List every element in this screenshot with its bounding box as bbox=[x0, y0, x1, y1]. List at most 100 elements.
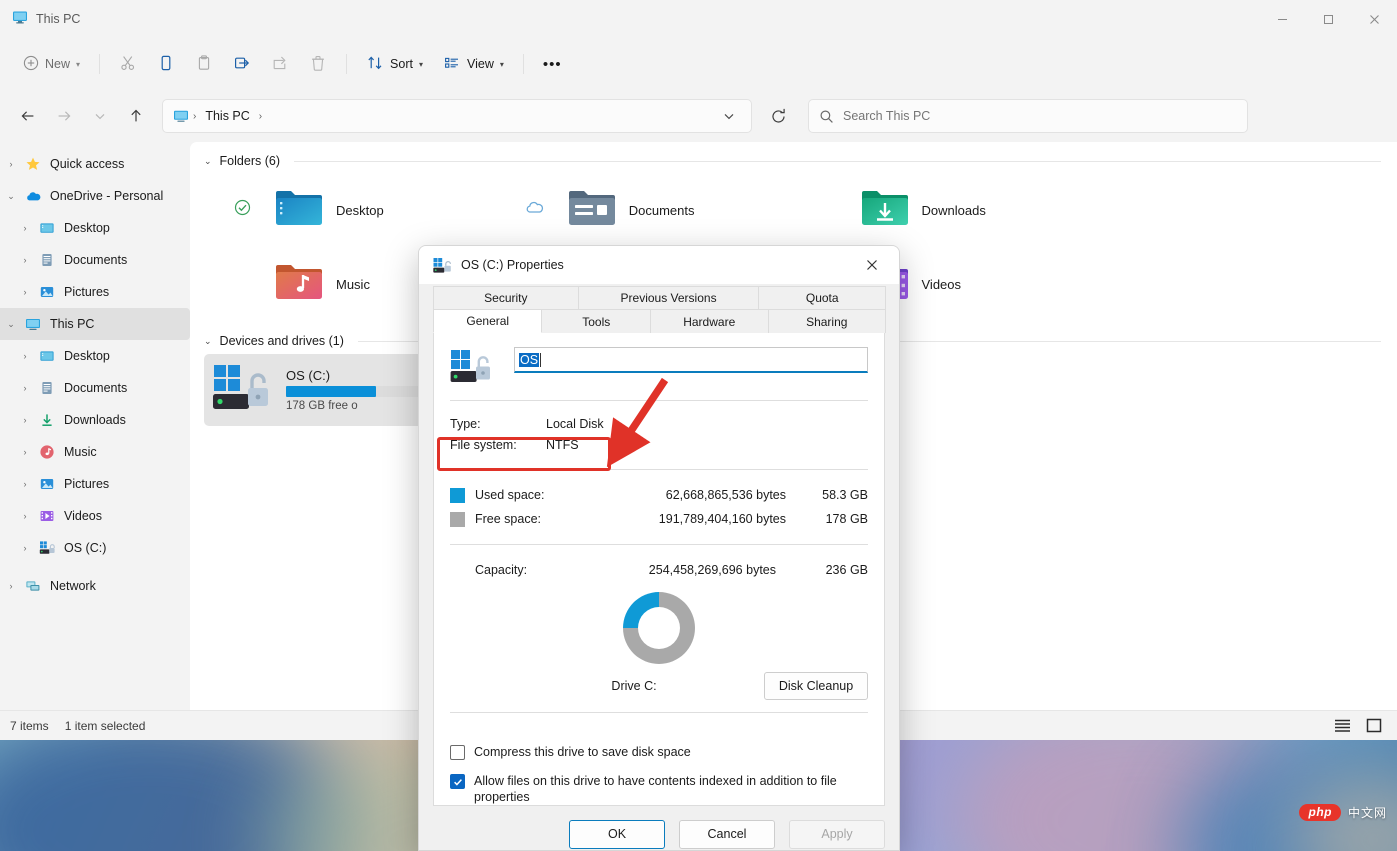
new-button-label: New bbox=[45, 57, 70, 71]
address-dropdown-button[interactable] bbox=[713, 100, 745, 132]
dialog-footer: OK Cancel Apply bbox=[419, 806, 899, 851]
chevron-right-icon[interactable]: › bbox=[14, 511, 36, 521]
folders-group-header[interactable]: ⌄ Folders (6) bbox=[190, 142, 1397, 168]
tab-previous-versions[interactable]: Previous Versions bbox=[578, 286, 760, 309]
divider-2 bbox=[450, 469, 868, 470]
chevron-right-icon[interactable]: › bbox=[14, 223, 36, 233]
dialog-title-bar: OS (C:) Properties bbox=[419, 246, 899, 284]
chevron-right-icon[interactable]: › bbox=[14, 255, 36, 265]
sidebar-item-onedrive[interactable]: ⌄ OneDrive - Personal bbox=[0, 180, 190, 212]
search-input[interactable] bbox=[843, 109, 1237, 123]
breadcrumb-separator: › bbox=[193, 111, 196, 122]
documents-folder-icon bbox=[36, 252, 58, 268]
chevron-right-icon[interactable]: › bbox=[14, 447, 36, 457]
delete-button[interactable] bbox=[300, 47, 336, 81]
list-view-icon[interactable] bbox=[1329, 715, 1355, 737]
cloud-icon bbox=[22, 188, 44, 205]
index-contents-row[interactable]: Allow files on this drive to have conten… bbox=[450, 773, 868, 805]
maximize-button[interactable] bbox=[1305, 0, 1351, 38]
sidebar-item-downloads[interactable]: › Downloads bbox=[0, 404, 190, 436]
sidebar-item-label: Documents bbox=[64, 381, 127, 395]
chevron-down-icon[interactable]: ⌄ bbox=[204, 336, 212, 347]
sidebar-item-os-c[interactable]: › OS (C:) bbox=[0, 532, 190, 564]
tab-quota[interactable]: Quota bbox=[758, 286, 886, 309]
refresh-button[interactable] bbox=[762, 100, 794, 132]
chevron-right-icon[interactable]: › bbox=[14, 383, 36, 393]
drive-icon bbox=[36, 540, 58, 556]
chevron-right-icon[interactable]: › bbox=[14, 543, 36, 553]
sidebar-item-videos[interactable]: › Videos bbox=[0, 500, 190, 532]
used-space-bytes: 62,668,865,536 bytes bbox=[623, 483, 786, 507]
back-button[interactable] bbox=[12, 100, 44, 132]
scissors-icon bbox=[119, 54, 137, 75]
compress-drive-row[interactable]: Compress this drive to save disk space bbox=[450, 744, 868, 760]
breadcrumb-this-pc[interactable]: This PC bbox=[200, 107, 254, 125]
chevron-right-icon[interactable]: › bbox=[14, 415, 36, 425]
rename-icon bbox=[233, 54, 251, 75]
chevron-right-icon[interactable]: › bbox=[14, 351, 36, 361]
cut-button[interactable] bbox=[110, 47, 146, 81]
folders-group-label: Folders (6) bbox=[220, 154, 280, 168]
chevron-right-icon[interactable]: › bbox=[14, 479, 36, 489]
share-button[interactable] bbox=[262, 47, 298, 81]
forward-button[interactable] bbox=[48, 100, 80, 132]
chevron-right-icon[interactable]: › bbox=[0, 159, 22, 169]
chevron-down-icon[interactable]: ⌄ bbox=[0, 319, 22, 330]
sidebar-item-quick-access[interactable]: › Quick access bbox=[0, 148, 190, 180]
tab-sharing[interactable]: Sharing bbox=[768, 309, 887, 333]
tab-general[interactable]: General bbox=[433, 309, 542, 333]
tab-hardware[interactable]: Hardware bbox=[650, 309, 769, 333]
ok-button[interactable]: OK bbox=[569, 820, 665, 849]
sidebar-item-label: Videos bbox=[64, 509, 102, 523]
sidebar-item-onedrive-documents[interactable]: › Documents bbox=[0, 244, 190, 276]
recent-locations-button[interactable] bbox=[84, 100, 116, 132]
drive-meta: OS (C:) 178 GB free o bbox=[286, 368, 431, 412]
sidebar-item-network[interactable]: › Network bbox=[0, 570, 190, 602]
sidebar-item-label: This PC bbox=[50, 317, 94, 331]
navigation-bar: › This PC › bbox=[0, 90, 1397, 142]
view-button-label: View bbox=[467, 57, 494, 71]
sidebar-item-onedrive-pictures[interactable]: › Pictures bbox=[0, 276, 190, 308]
sidebar-item-this-pc[interactable]: ⌄ This PC bbox=[0, 308, 190, 340]
chevron-right-icon[interactable]: › bbox=[14, 287, 36, 297]
dialog-title: OS (C:) Properties bbox=[461, 258, 564, 272]
view-button[interactable]: View ▾ bbox=[434, 47, 513, 81]
large-icons-view-icon[interactable] bbox=[1361, 715, 1387, 737]
more-options-button[interactable]: ••• bbox=[534, 47, 571, 81]
new-button[interactable]: New ▾ bbox=[14, 47, 89, 81]
paste-button[interactable] bbox=[186, 47, 222, 81]
rename-button[interactable] bbox=[224, 47, 260, 81]
tab-security[interactable]: Security bbox=[433, 286, 579, 309]
compress-drive-checkbox[interactable] bbox=[450, 745, 465, 760]
sidebar-item-pictures[interactable]: › Pictures bbox=[0, 468, 190, 500]
up-button[interactable] bbox=[120, 100, 152, 132]
ok-label: OK bbox=[608, 827, 626, 841]
title-bar-left: This PC bbox=[0, 9, 80, 30]
folder-tile-downloads[interactable]: Downloads bbox=[802, 176, 1095, 244]
minimize-button[interactable] bbox=[1259, 0, 1305, 38]
dialog-close-button[interactable] bbox=[851, 246, 893, 284]
sidebar-item-documents[interactable]: › Documents bbox=[0, 372, 190, 404]
cancel-button[interactable]: Cancel bbox=[679, 820, 775, 849]
close-button[interactable] bbox=[1351, 0, 1397, 38]
search-box[interactable] bbox=[808, 99, 1248, 133]
chevron-right-icon[interactable]: › bbox=[0, 581, 22, 591]
sort-button[interactable]: Sort ▾ bbox=[357, 47, 432, 81]
folder-tile-documents[interactable]: Documents bbox=[509, 176, 802, 244]
grid-spacer-2 bbox=[1094, 250, 1387, 318]
disk-cleanup-button[interactable]: Disk Cleanup bbox=[764, 672, 868, 700]
sidebar-item-music[interactable]: › Music bbox=[0, 436, 190, 468]
copy-button[interactable] bbox=[148, 47, 184, 81]
folder-tile-desktop[interactable]: Desktop bbox=[216, 176, 509, 244]
desktop-folder-icon bbox=[274, 187, 324, 234]
sidebar-item-onedrive-desktop[interactable]: › Desktop bbox=[0, 212, 190, 244]
address-bar[interactable]: › This PC › bbox=[162, 99, 752, 133]
used-space-swatch bbox=[450, 488, 465, 503]
index-contents-checkbox[interactable] bbox=[450, 774, 465, 789]
chevron-down-icon[interactable]: ⌄ bbox=[204, 156, 212, 167]
volume-label-input[interactable]: OS bbox=[514, 347, 868, 373]
sidebar-item-desktop[interactable]: › Desktop bbox=[0, 340, 190, 372]
tab-tools[interactable]: Tools bbox=[541, 309, 650, 333]
chevron-down-icon[interactable]: ⌄ bbox=[0, 191, 22, 202]
drive-tile-os-c[interactable]: OS (C:) 178 GB free o bbox=[204, 354, 446, 426]
